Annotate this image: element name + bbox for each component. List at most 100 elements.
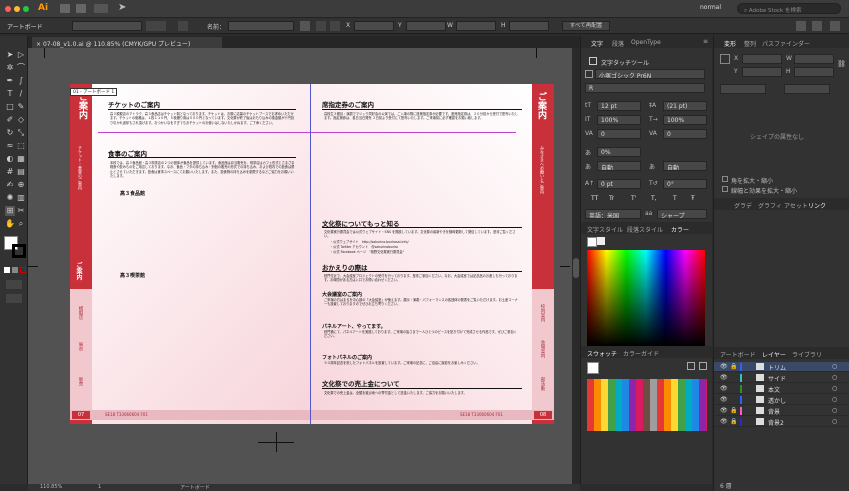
link-constrain-icon[interactable]: ⛓ bbox=[837, 60, 846, 68]
delete-artboard-button[interactable] bbox=[330, 21, 340, 31]
lock-icon[interactable]: 🔒 bbox=[730, 407, 737, 414]
shape-builder-icon[interactable]: ◐ bbox=[5, 154, 15, 164]
h-input[interactable] bbox=[509, 21, 549, 31]
arrange-icon[interactable] bbox=[796, 21, 806, 31]
kerning-input[interactable]: 0 bbox=[597, 129, 641, 139]
zoom-window-button[interactable] bbox=[23, 6, 29, 12]
orientation-buttons[interactable] bbox=[146, 21, 166, 31]
tab-graphic-style[interactable]: グラフィ bbox=[758, 201, 782, 210]
aki-right-select[interactable]: 自動 bbox=[663, 161, 707, 171]
subscript-button[interactable]: T, bbox=[651, 195, 657, 202]
tab-transform[interactable]: 変形 bbox=[724, 39, 736, 48]
leading-input[interactable]: (21 pt) bbox=[663, 101, 707, 111]
layer-row[interactable]: 👁 🔒 トリム ○ bbox=[714, 362, 849, 372]
stock-search-input[interactable]: ⌕ Adobe Stock を検索 bbox=[737, 3, 841, 14]
slice-tool-icon[interactable]: ✂ bbox=[16, 206, 26, 216]
swatch-footer-icons[interactable] bbox=[587, 466, 707, 476]
panel-menu-icon[interactable]: ≡ bbox=[703, 38, 708, 45]
tab-para-style[interactable]: 段落スタイル bbox=[627, 225, 663, 234]
preset-select[interactable] bbox=[72, 21, 142, 31]
transform-w-input[interactable] bbox=[794, 54, 834, 64]
width-tool-icon[interactable]: ≈ bbox=[5, 141, 15, 151]
eye-icon[interactable]: 👁 bbox=[720, 385, 728, 392]
rectangle-tool-icon[interactable]: □ bbox=[5, 102, 15, 112]
rotate-input[interactable] bbox=[720, 84, 766, 94]
free-transform-icon[interactable]: ⬚ bbox=[16, 141, 26, 151]
transform-h-input[interactable] bbox=[794, 67, 834, 77]
minimize-window-button[interactable] bbox=[14, 6, 20, 12]
transform-y-input[interactable] bbox=[742, 67, 782, 77]
stroke-swatch[interactable] bbox=[12, 244, 26, 258]
page-number[interactable]: 1 bbox=[98, 484, 101, 490]
baseline-input[interactable]: 0 pt bbox=[597, 179, 641, 189]
layer-row[interactable]: 👁 透かし ○ bbox=[714, 395, 849, 405]
tab-color[interactable]: カラー bbox=[671, 225, 689, 234]
selection-tool-icon[interactable]: ➤ bbox=[5, 50, 15, 60]
w-input[interactable] bbox=[456, 21, 496, 31]
gpu-rocket-icon[interactable]: ➤ bbox=[118, 2, 126, 13]
layer-name[interactable]: 背景2 bbox=[768, 418, 784, 427]
color-fill-swatch[interactable] bbox=[587, 237, 597, 247]
layer-target-icon[interactable]: ○ bbox=[832, 407, 837, 414]
draw-mode-icon[interactable] bbox=[6, 280, 22, 289]
gradient-mode-icon[interactable] bbox=[12, 267, 18, 273]
layer-name[interactable]: 透かし bbox=[768, 396, 786, 405]
zoom-tool-icon[interactable]: ⌕ bbox=[16, 219, 26, 229]
tab-swatches[interactable]: スウォッチ bbox=[587, 349, 617, 358]
layer-name[interactable]: サイド bbox=[768, 374, 786, 383]
perspective-grid-icon[interactable]: ▦ bbox=[16, 154, 26, 164]
type-tool-icon[interactable]: T bbox=[5, 89, 15, 99]
tab-character[interactable]: 文字 bbox=[591, 39, 603, 48]
tab-libraries[interactable]: ライブラリ bbox=[792, 350, 822, 359]
vertical-scale-input[interactable]: 100% bbox=[597, 115, 641, 125]
document-tab[interactable]: × 07-08_v1.0.ai @ 110.85% (CMYK/GPU プレビュ… bbox=[32, 37, 222, 48]
magic-wand-icon[interactable]: ✲ bbox=[5, 63, 15, 73]
tab-gradient[interactable]: グラデ bbox=[734, 201, 752, 210]
swatch-fill[interactable] bbox=[587, 362, 599, 374]
color-spectrum[interactable] bbox=[587, 250, 705, 346]
artboard-tool-icon[interactable]: ⊞ bbox=[5, 206, 15, 216]
gradient-tool-icon[interactable]: ▤ bbox=[16, 167, 26, 177]
layer-row[interactable]: 👁 🔒 背景 ○ bbox=[714, 406, 849, 416]
screen-mode-icon[interactable] bbox=[6, 294, 22, 303]
tracking-input[interactable]: 0 bbox=[663, 129, 707, 139]
hand-tool-icon[interactable]: ✋ bbox=[5, 219, 15, 229]
shaper-tool-icon[interactable]: ✐ bbox=[5, 115, 15, 125]
eye-icon[interactable]: 👁 bbox=[720, 374, 728, 381]
tab-layers[interactable]: レイヤー bbox=[762, 350, 786, 359]
font-family-select[interactable]: 小塚ゴシック Pr6N bbox=[595, 69, 705, 79]
eye-icon[interactable]: 👁 bbox=[720, 396, 728, 403]
reference-point-icon[interactable] bbox=[300, 21, 310, 31]
panel-toggle-icon[interactable] bbox=[812, 21, 822, 31]
swatch-grid[interactable] bbox=[587, 379, 707, 431]
tab-opentype[interactable]: OpenType bbox=[631, 39, 661, 46]
pen-tool-icon[interactable]: ✒ bbox=[5, 76, 15, 86]
zoom-level[interactable]: 110.85% bbox=[40, 484, 62, 490]
rotate-tool-icon[interactable]: ↻ bbox=[5, 128, 15, 138]
scroll-thumb[interactable] bbox=[573, 258, 579, 278]
artboard-label[interactable]: 01 - アートボード 1 bbox=[70, 88, 118, 96]
tab-artboards[interactable]: アートボード bbox=[720, 350, 756, 359]
reference-point-icon[interactable] bbox=[720, 54, 730, 64]
grid-view-icon[interactable] bbox=[699, 362, 707, 370]
char-rotation-input[interactable]: 0° bbox=[663, 179, 707, 189]
layer-target-icon[interactable]: ○ bbox=[832, 363, 837, 370]
curvature-tool-icon[interactable]: ∫ bbox=[16, 76, 26, 86]
move-artwork-button[interactable] bbox=[178, 21, 188, 31]
direct-selection-tool-icon[interactable]: ▷ bbox=[16, 50, 26, 60]
artboard-name-input[interactable] bbox=[228, 21, 294, 31]
layer-target-icon[interactable]: ○ bbox=[832, 385, 837, 392]
tab-pathfinder[interactable]: パスファインダー bbox=[762, 39, 810, 48]
lasso-icon[interactable]: ⌒ bbox=[16, 63, 26, 73]
layer-target-icon[interactable]: ○ bbox=[832, 418, 837, 425]
touch-type-icon[interactable] bbox=[589, 57, 597, 65]
y-input[interactable] bbox=[406, 21, 446, 31]
scale-strokes-checkbox[interactable] bbox=[722, 186, 728, 192]
bridge-icon[interactable] bbox=[60, 4, 70, 13]
symbol-sprayer-icon[interactable]: ✺ bbox=[5, 193, 15, 203]
vertical-scrollbar[interactable] bbox=[572, 48, 580, 484]
tab-paragraph[interactable]: 段落 bbox=[612, 39, 624, 48]
shear-input[interactable] bbox=[784, 84, 830, 94]
options-button[interactable] bbox=[316, 21, 326, 31]
layer-row[interactable]: 👁 🔒 背景2 ○ bbox=[714, 417, 849, 427]
